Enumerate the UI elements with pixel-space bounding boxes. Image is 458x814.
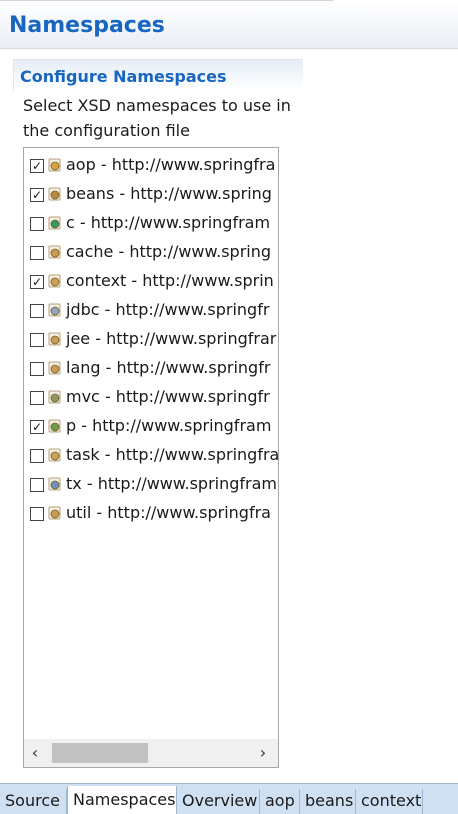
namespace-checkbox[interactable]: ✓ (30, 275, 44, 289)
page-header: Namespaces (0, 1, 458, 49)
scroll-right-icon[interactable]: › (256, 743, 270, 762)
namespace-row[interactable]: task - http://www.springfra (24, 442, 279, 471)
namespace-row[interactable]: lang - http://www.springfr (24, 355, 278, 384)
namespace-label: c - http://www.springfram (66, 213, 271, 232)
namespace-row[interactable]: c - http://www.springfram (24, 210, 278, 239)
horizontal-scrollbar[interactable]: ‹ › (24, 739, 278, 767)
tab-context[interactable]: context (356, 789, 423, 814)
namespace-list[interactable]: ‹ › ✓ aop - http://www.springfra ✓ beans - … (23, 147, 279, 768)
namespace-checkbox[interactable] (30, 507, 44, 521)
scroll-left-icon[interactable]: ‹ (28, 743, 42, 762)
namespace-row[interactable]: ✓ aop - http://www.springfra (24, 152, 278, 181)
namespace-label: p - http://www.springfram (66, 416, 272, 435)
namespace-row[interactable]: mvc - http://www.springfr (24, 384, 278, 413)
context-icon (48, 274, 61, 288)
tab-source[interactable]: Source (0, 789, 67, 814)
aop-icon (48, 158, 61, 172)
beans-icon (48, 187, 61, 201)
namespace-row[interactable]: cache - http://www.spring (24, 239, 278, 268)
section-description: Select XSD namespaces to use in the conf… (23, 96, 291, 140)
cache-icon (48, 245, 61, 259)
namespace-checkbox[interactable] (30, 217, 44, 231)
namespace-checkbox[interactable] (30, 478, 44, 492)
page-title: Namespaces (9, 13, 165, 38)
jdbc-icon (48, 303, 61, 317)
namespace-checkbox[interactable] (30, 333, 44, 347)
namespace-label: lang - http://www.springfr (66, 358, 271, 377)
lang-icon (48, 361, 61, 375)
namespace-label: mvc - http://www.springfr (66, 387, 270, 406)
namespace-checkbox[interactable]: ✓ (30, 188, 44, 202)
namespace-label: aop - http://www.springfra (66, 155, 276, 174)
namespace-label: task - http://www.springfra (66, 445, 279, 464)
namespace-row[interactable]: ✓ beans - http://www.spring (24, 181, 278, 210)
namespace-checkbox[interactable] (30, 362, 44, 376)
namespace-label: context - http://www.sprin (66, 271, 274, 290)
namespace-row[interactable]: ✓ context - http://www.sprin (24, 268, 278, 297)
tab-namespaces[interactable]: Namespaces (67, 786, 177, 814)
namespace-row[interactable]: ✓ p - http://www.springfram (24, 413, 278, 442)
namespace-checkbox[interactable]: ✓ (30, 420, 44, 434)
jee-icon (48, 332, 61, 346)
namespace-label: jee - http://www.springfrar (66, 329, 277, 348)
p-icon (48, 419, 61, 433)
section-header: Configure Namespaces (13, 59, 303, 91)
tx-icon (48, 477, 61, 491)
namespace-checkbox[interactable] (30, 246, 44, 260)
namespace-label: tx - http://www.springfram (66, 474, 277, 493)
util-icon (48, 506, 61, 520)
section-title: Configure Namespaces (20, 67, 227, 86)
namespace-checkbox[interactable]: ✓ (30, 159, 44, 173)
namespace-label: beans - http://www.spring (66, 184, 272, 203)
namespace-label: cache - http://www.spring (66, 242, 272, 261)
namespace-row[interactable]: util - http://www.springfra (24, 500, 278, 529)
tab-overview[interactable]: Overview (177, 789, 260, 814)
tab-beans[interactable]: beans (300, 789, 356, 814)
namespace-row[interactable]: jdbc - http://www.springfr (24, 297, 278, 326)
namespace-checkbox[interactable] (30, 391, 44, 405)
scroll-thumb[interactable] (52, 743, 148, 763)
namespace-checkbox[interactable] (30, 304, 44, 318)
tab-aop[interactable]: aop (260, 789, 300, 814)
namespace-label: jdbc - http://www.springfr (66, 300, 270, 319)
namespace-row[interactable]: tx - http://www.springfram (24, 471, 278, 500)
c-icon (48, 216, 61, 230)
mvc-icon (48, 390, 61, 404)
namespace-row[interactable]: jee - http://www.springfrar (24, 326, 278, 355)
editor-tab-bar: Source Namespaces Overview aop beans context (0, 783, 458, 814)
namespace-checkbox[interactable] (30, 449, 44, 463)
namespace-label: util - http://www.springfra (66, 503, 271, 522)
task-icon (48, 448, 61, 462)
